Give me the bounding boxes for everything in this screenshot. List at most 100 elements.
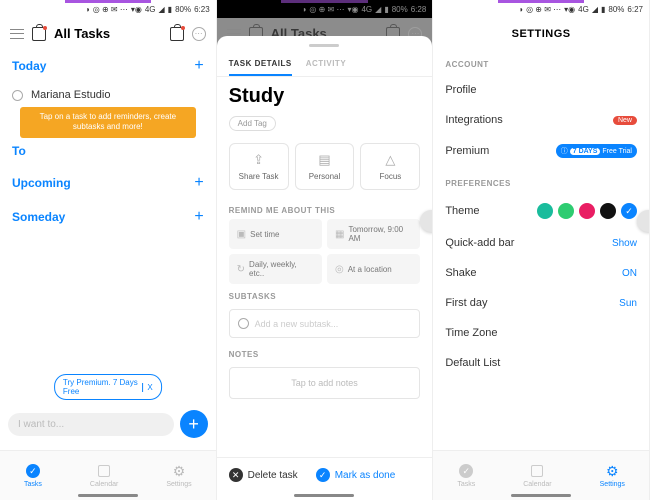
row-label: Quick-add bar — [445, 237, 514, 249]
row-label: First day — [445, 297, 487, 309]
theme-dot-blue-selected[interactable]: ✓ — [621, 203, 637, 219]
delete-task-button[interactable]: ✕ Delete task — [229, 468, 298, 482]
page-title: SETTINGS — [433, 18, 649, 54]
signal-label: 4G — [145, 5, 156, 14]
onboarding-tooltip: Tap on a task to add reminders, create s… — [20, 107, 196, 138]
premium-trial: Free Trial — [602, 148, 632, 155]
prefs-header: PREFERENCES — [445, 173, 637, 194]
row-label: Time Zone — [445, 327, 497, 339]
info-icon: ⓘ — [561, 146, 568, 156]
add-tag-button[interactable]: Add Tag — [229, 116, 276, 131]
section-today[interactable]: Today + — [0, 49, 216, 83]
tomorrow-chip[interactable]: ▦Tomorrow, 9:00 AM — [327, 219, 420, 249]
gear-icon: ⚙ — [171, 463, 187, 479]
section-someday[interactable]: Someday + — [0, 200, 216, 234]
task-title[interactable]: Study — [217, 77, 433, 112]
premium-badge: ⓘ 7 DAYS Free Trial — [556, 144, 637, 158]
detail-sheet: TASK DETAILS ACTIVITY Study Add Tag ⇪Sha… — [217, 36, 433, 500]
page-title: All Tasks — [54, 26, 162, 41]
nav-calendar[interactable]: Calendar — [90, 463, 118, 488]
row-premium[interactable]: Premium ⓘ 7 DAYS Free Trial — [445, 135, 637, 167]
bottom-nav: ✓ Tasks Calendar ⚙ Settings — [433, 450, 649, 500]
row-label: Profile — [445, 84, 476, 96]
bag-icon[interactable] — [32, 27, 46, 41]
list-icon: ▤ — [318, 152, 330, 168]
chip-label: Daily, weekly, etc.. — [249, 260, 314, 278]
row-label: Theme — [445, 205, 479, 217]
add-fab[interactable]: + — [180, 410, 208, 438]
menu-icon[interactable] — [10, 29, 24, 39]
section-label: Upcoming — [12, 176, 71, 190]
tab-activity[interactable]: ACTIVITY — [306, 53, 346, 76]
quick-add-input[interactable]: I want to... — [8, 413, 174, 436]
action-cards: ⇪Share Task ▤Personal △Focus — [217, 135, 433, 198]
more-icon[interactable]: ⋯ — [192, 27, 206, 41]
nav-label: Settings — [600, 481, 625, 488]
row-label: Premium — [445, 145, 489, 157]
header: All Tasks ⋯ — [0, 18, 216, 49]
list-card[interactable]: ▤Personal — [295, 143, 355, 190]
nav-calendar[interactable]: Calendar — [523, 463, 551, 488]
radio-icon[interactable] — [12, 90, 23, 101]
row-quickadd[interactable]: Quick-add bar Show — [445, 228, 637, 258]
theme-dot-black[interactable] — [600, 203, 616, 219]
subtask-input[interactable]: Add a new subtask... — [229, 309, 421, 338]
share-task-card[interactable]: ⇪Share Task — [229, 143, 289, 190]
close-icon[interactable]: X — [142, 383, 152, 392]
focus-card[interactable]: △Focus — [360, 143, 420, 190]
screen-tasks: ◗ ◎ ⊕ ✉ ⋯ ▾◉ 4G ◢ ▮ 80% 6:23 All Tasks ⋯… — [0, 0, 217, 500]
new-badge: New — [613, 116, 637, 125]
calendar-icon — [531, 465, 543, 477]
row-shake[interactable]: Shake ON — [445, 258, 637, 288]
row-integrations[interactable]: Integrations New — [445, 105, 637, 135]
row-label: Integrations — [445, 114, 502, 126]
signal-icon: ◢ — [592, 5, 598, 14]
section-label: Someday — [12, 210, 65, 224]
row-timezone[interactable]: Time Zone — [445, 318, 637, 348]
location-chip[interactable]: ◎At a location — [327, 254, 420, 284]
section-label: To — [12, 144, 26, 158]
clock-icon: ▣ — [237, 229, 246, 240]
task-row[interactable]: Mariana Estudio — [0, 83, 216, 107]
wifi-icon: ▾◉ — [131, 5, 142, 14]
card-label: Focus — [379, 172, 401, 181]
row-firstday[interactable]: First day Sun — [445, 288, 637, 318]
tab-details[interactable]: TASK DETAILS — [229, 53, 292, 76]
row-profile[interactable]: Profile — [445, 75, 637, 105]
theme-dot-teal[interactable] — [537, 203, 553, 219]
add-icon[interactable]: + — [194, 57, 203, 75]
row-theme[interactable]: Theme ✓ — [445, 194, 637, 228]
nav-settings[interactable]: ⚙ Settings — [166, 463, 191, 488]
section-upcoming[interactable]: Upcoming + — [0, 166, 216, 200]
premium-pill[interactable]: Try Premium. 7 Days Free X — [54, 374, 162, 400]
add-icon[interactable]: + — [194, 174, 203, 192]
mark-done-button[interactable]: ✓ Mark as done — [316, 468, 396, 482]
notes-input[interactable]: Tap to add notes — [229, 367, 421, 399]
nav-settings[interactable]: ⚙ Settings — [600, 463, 625, 488]
nav-label: Tasks — [24, 481, 42, 488]
row-defaultlist[interactable]: Default List — [445, 348, 637, 378]
status-icons: ◗ ◎ ⊕ ✉ ⋯ — [519, 5, 561, 14]
home-indicator[interactable] — [511, 494, 571, 497]
row-value: ON — [622, 268, 637, 279]
repeat-chip[interactable]: ↻Daily, weekly, etc.. — [229, 254, 322, 284]
home-indicator[interactable] — [78, 494, 138, 497]
notch-accent — [498, 0, 584, 3]
set-time-chip[interactable]: ▣Set time — [229, 219, 322, 249]
add-icon[interactable]: + — [194, 208, 203, 226]
home-indicator[interactable] — [294, 494, 354, 497]
notification-dot — [43, 26, 47, 30]
sheet-handle[interactable] — [309, 44, 339, 47]
wifi-icon: ▾◉ — [564, 5, 575, 14]
row-label: Shake — [445, 267, 476, 279]
battery-icon: ▮ — [601, 5, 605, 14]
theme-dot-pink[interactable] — [579, 203, 595, 219]
bag-icon-2[interactable] — [170, 27, 184, 41]
nav-tasks[interactable]: ✓ Tasks — [457, 463, 475, 488]
nav-tasks[interactable]: ✓ Tasks — [24, 463, 42, 488]
task-label: Mariana Estudio — [31, 89, 111, 101]
theme-dot-green[interactable] — [558, 203, 574, 219]
screen-settings: ◗ ◎ ⊕ ✉ ⋯ ▾◉ 4G ◢ ▮ 80% 6:27 SETTINGS AC… — [433, 0, 650, 500]
section-tomorrow[interactable]: To — [0, 136, 216, 166]
side-fab[interactable] — [420, 210, 433, 232]
